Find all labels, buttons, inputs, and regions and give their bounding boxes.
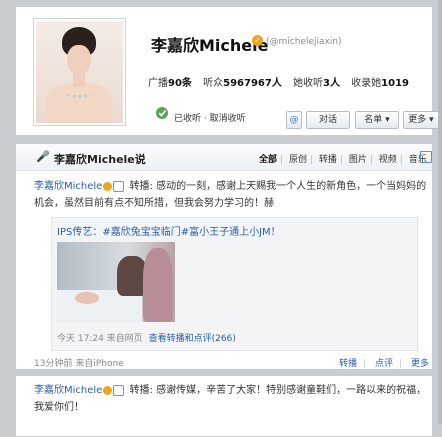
- profile-stats: 广播90条 听众5967967人 她收听3人 收录她1019: [148, 74, 409, 89]
- avatar-photo: [36, 21, 123, 123]
- list-button[interactable]: 名单 ▾: [355, 111, 399, 129]
- listeners-count[interactable]: 5967967人: [223, 78, 282, 89]
- verified-icon: [103, 181, 113, 191]
- follow-check-icon: [156, 107, 168, 119]
- filter-image[interactable]: 图片: [349, 155, 367, 165]
- repost-text[interactable]: IPS传艺：#嘉欣兔宝宝临门#富小王子通上小JM！: [57, 223, 281, 238]
- broadcast-label: 广播: [148, 78, 168, 89]
- avatar[interactable]: [33, 18, 126, 126]
- post-1-text: 李嘉欣Michele 转播: 感动的一刻，感谢上天赐我一个人生的新角色，一个当妈…: [34, 178, 429, 212]
- follow-status[interactable]: 已收听 · 取消收听: [174, 111, 246, 124]
- post-2-author[interactable]: 李嘉欣Michele: [34, 385, 102, 396]
- more-action[interactable]: 更多: [411, 359, 429, 369]
- more-button[interactable]: 更多 ▾: [403, 111, 439, 129]
- microphone-icon: 🎤: [36, 150, 50, 163]
- post-1-author[interactable]: 李嘉欣Michele: [34, 181, 102, 192]
- filter-all[interactable]: 全部: [259, 155, 277, 165]
- repost-box: IPS传艺：#嘉欣兔宝宝临门#富小王子通上小JM！ 今天 17:24 来自网页查…: [51, 217, 418, 351]
- verified-icon: ✓: [252, 35, 263, 46]
- repost-time: 今天 17:24 来自网页: [57, 334, 143, 344]
- post-2-text: 李嘉欣Michele 转播: 感谢传媒，辛苦了大家！特别感谢童鞋们，一路以来的祝…: [34, 382, 429, 416]
- post-2-action: 转播:: [129, 385, 153, 396]
- repost-photo[interactable]: [57, 242, 175, 322]
- post-1-footer: 13分钟前 来自iPhone 转播 | 点评 | 更多: [34, 356, 429, 369]
- profile-handle: (@michelejiaxin): [266, 37, 342, 47]
- feed-card-2: 李嘉欣Michele 转播: 感谢传媒，辛苦了大家！特别感谢童鞋们，一路以来的祝…: [15, 375, 433, 437]
- filter-video[interactable]: 视频: [379, 155, 397, 165]
- listeners-label: 听众: [203, 78, 224, 89]
- profile-name: 李嘉欣Michele: [151, 36, 269, 55]
- feed-card: 🎤 李嘉欣Michele说 全部 | 原创 | 转播 | 图片 | 视频 | 音乐 李嘉欣…: [15, 143, 433, 370]
- view-reposts-link[interactable]: 查看转播和点评(266): [149, 334, 236, 344]
- post-1-action: 转播:: [129, 181, 153, 192]
- feed-header: 🎤 李嘉欣Michele说 全部 | 原创 | 转播 | 图片 | 视频 | 音乐: [16, 144, 432, 171]
- favorites-count[interactable]: 1019: [381, 78, 409, 89]
- filter-repost[interactable]: 转播: [319, 155, 337, 165]
- phone-icon: [113, 180, 125, 192]
- post-1-actions: 转播 | 点评 | 更多: [339, 359, 429, 369]
- broadcast-count[interactable]: 90条: [168, 78, 192, 89]
- following-count[interactable]: 3人: [323, 78, 340, 89]
- window-edge: [438, 0, 442, 424]
- phone-icon: [113, 384, 125, 396]
- mention-button[interactable]: @: [286, 111, 302, 129]
- following-label: 她收听: [293, 78, 324, 89]
- filter-tabs: 全部 | 原创 | 转播 | 图片 | 视频 | 音乐: [259, 155, 427, 165]
- verified-icon: [103, 385, 113, 395]
- post-1-time: 13分钟前 来自iPhone: [34, 359, 124, 369]
- repost-meta: 今天 17:24 来自网页 查看转播和点评(266): [57, 331, 236, 344]
- profile-card: 李嘉欣Michele ✓ (@michelejiaxin) 广播90条 听众59…: [15, 6, 439, 136]
- repost-action[interactable]: 转播: [339, 359, 357, 369]
- favorites-label: 收录她: [351, 78, 382, 89]
- filter-original[interactable]: 原创: [289, 155, 307, 165]
- chat-button[interactable]: 对话: [306, 111, 350, 129]
- feed-title: 李嘉欣Michele说: [54, 153, 146, 166]
- layout-toggle-icon[interactable]: [420, 151, 432, 163]
- comment-action[interactable]: 点评: [375, 359, 393, 369]
